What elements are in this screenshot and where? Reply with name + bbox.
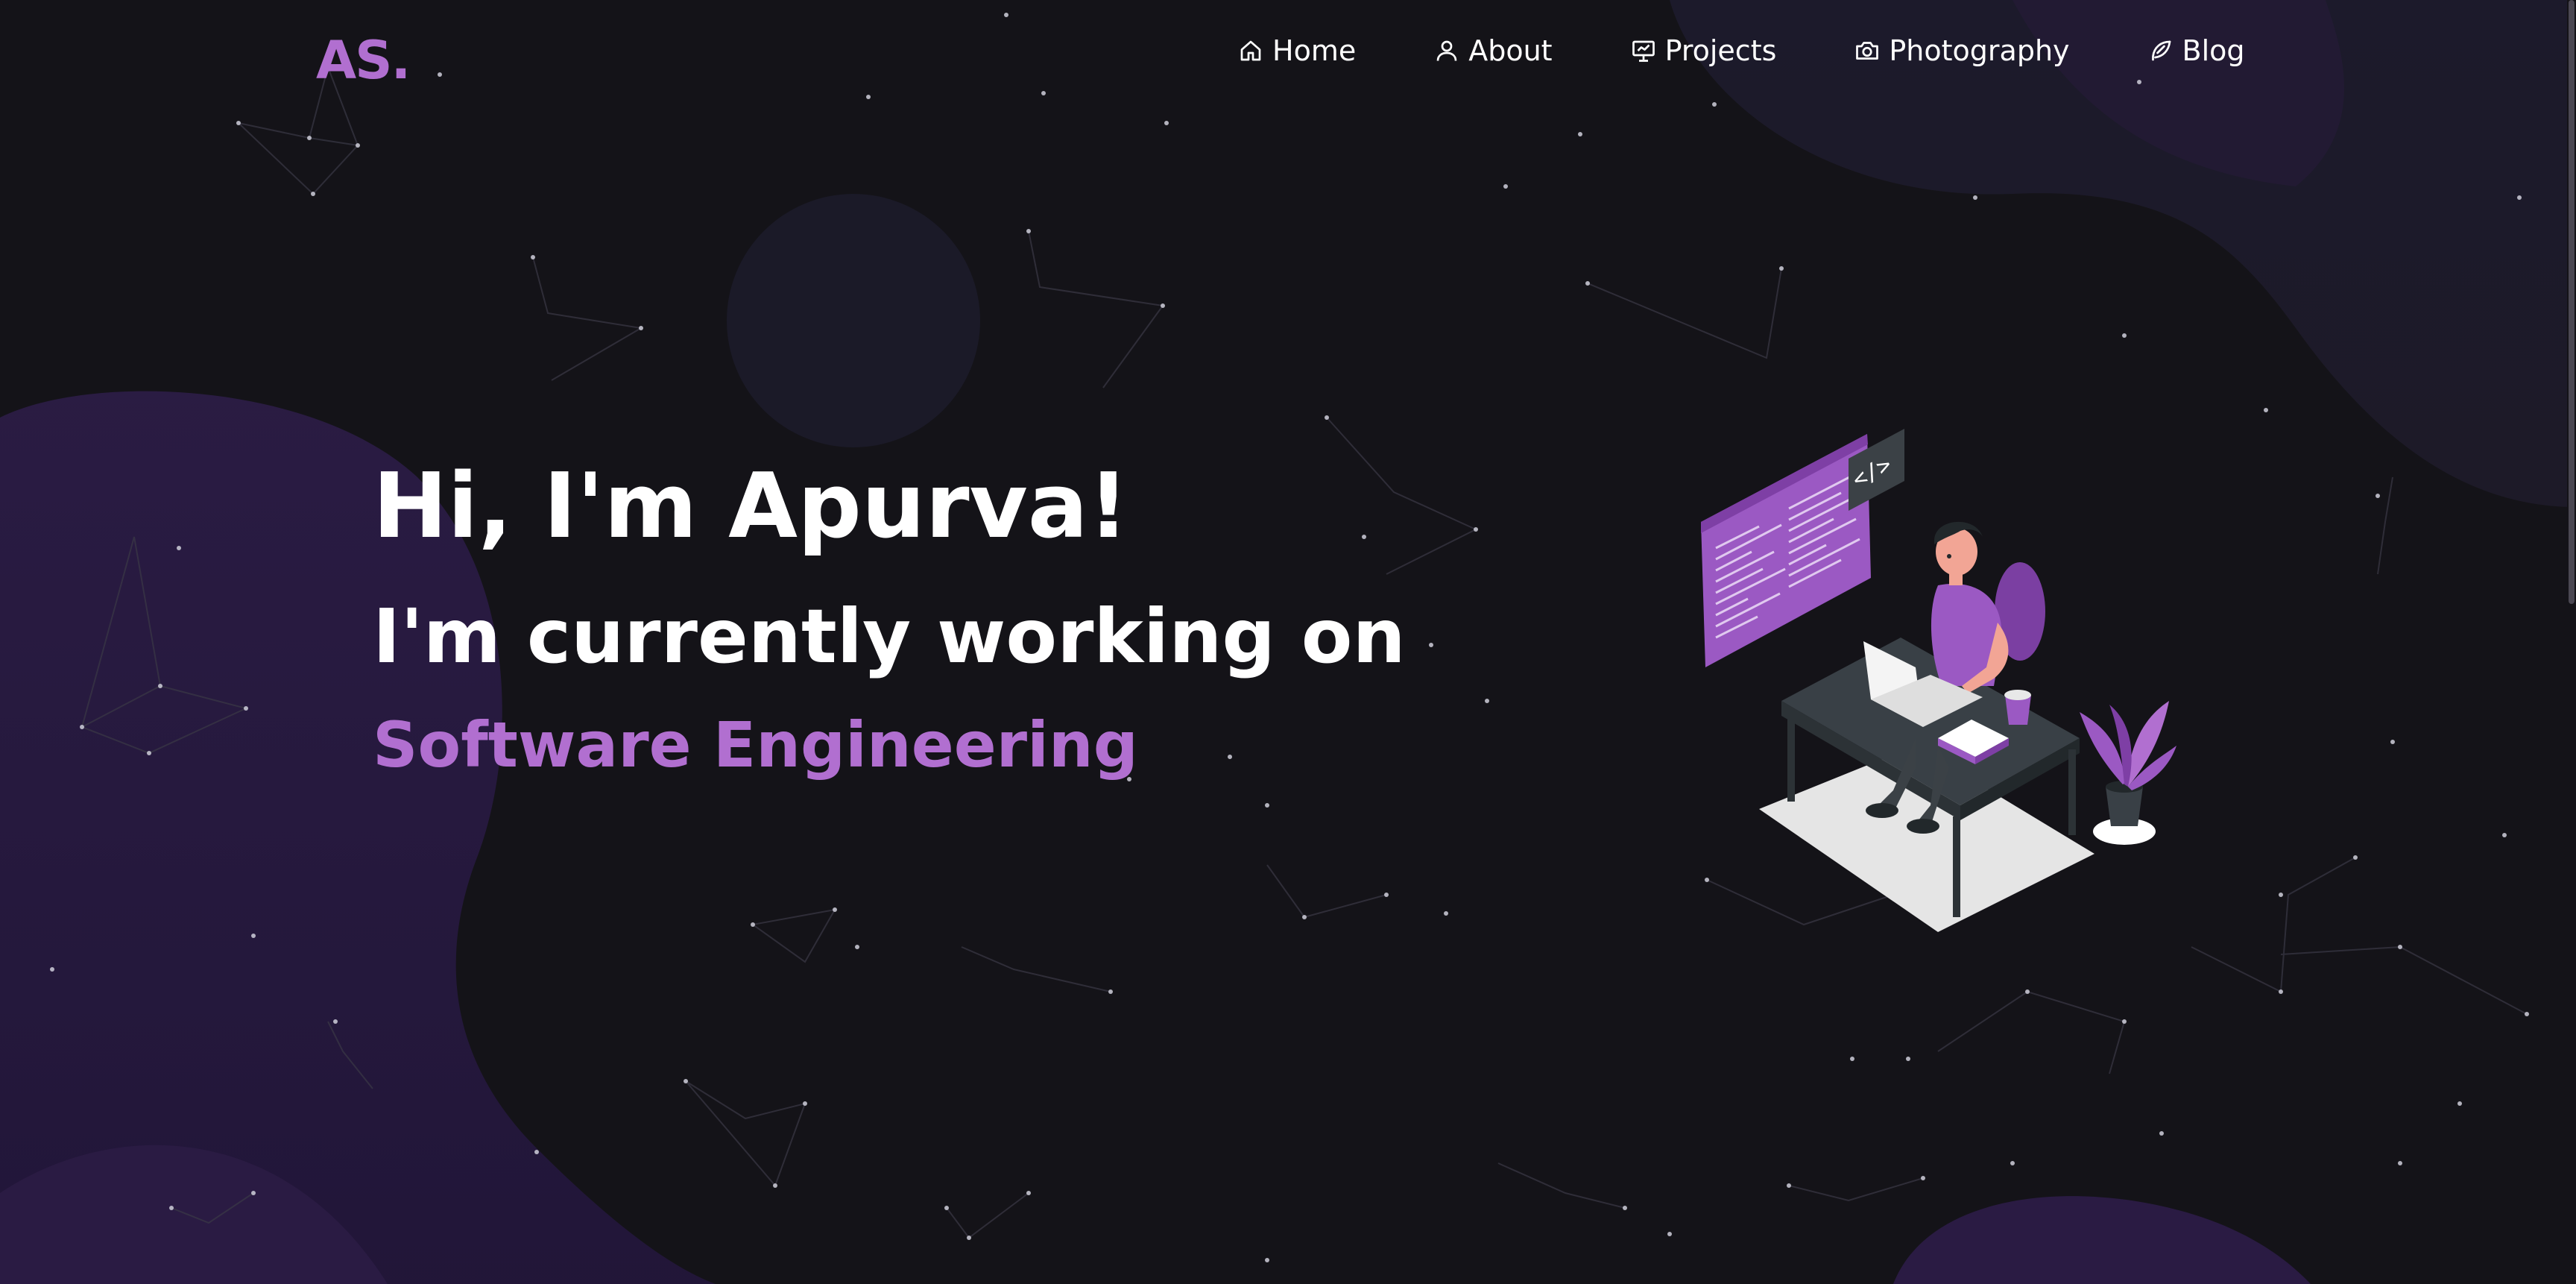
plant xyxy=(2080,701,2176,845)
nav-about[interactable]: About xyxy=(1433,34,1553,67)
code-panel xyxy=(1701,434,1871,667)
nav-photography-label: Photography xyxy=(1889,34,2070,67)
hero-greeting: Hi, I'm Apurva! xyxy=(373,455,1129,558)
cup xyxy=(2004,690,2031,725)
nav-blog[interactable]: Blog xyxy=(2147,34,2245,67)
page: AS. Home About Projects Photography Blog… xyxy=(0,0,2576,1284)
user-icon xyxy=(1433,37,1460,64)
hero-highlight: Software Engineering xyxy=(373,708,1138,781)
scrollbar-thumb[interactable] xyxy=(2569,0,2575,604)
nav-projects[interactable]: Projects xyxy=(1630,34,1777,67)
site-logo[interactable]: AS. xyxy=(316,30,411,91)
nav-blog-label: Blog xyxy=(2182,34,2245,67)
nav-projects-label: Projects xyxy=(1664,34,1777,67)
hero-subtitle: I'm currently working on xyxy=(373,593,1406,680)
scrollbar[interactable] xyxy=(2567,0,2576,1284)
nav-home-label: Home xyxy=(1272,34,1357,67)
nav-home[interactable]: Home xyxy=(1237,34,1356,67)
nav-photography[interactable]: Photography xyxy=(1854,34,2070,67)
nav-about-label: About xyxy=(1468,34,1553,67)
home-icon xyxy=(1237,37,1264,64)
feather-icon xyxy=(2147,37,2174,64)
developer-at-desk-illustration: </> xyxy=(1701,429,2176,932)
presentation-icon xyxy=(1630,37,1657,64)
main-nav: Home About Projects Photography Blog xyxy=(1237,27,2245,75)
camera-icon xyxy=(1854,37,1881,64)
